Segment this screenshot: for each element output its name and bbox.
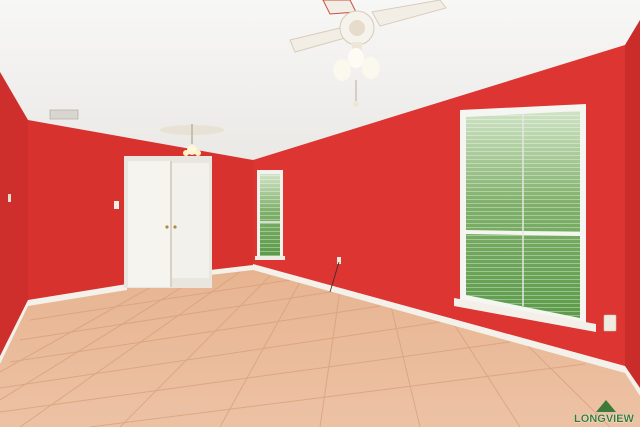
logo-wordmark: LONGVIEW <box>574 413 635 425</box>
door-knob-right[interactable] <box>173 225 177 229</box>
closet-door[interactable] <box>124 156 212 288</box>
right-wall-corner <box>625 20 640 427</box>
empty-room-photo: LONGVIEW <box>0 0 640 427</box>
door-knob-left[interactable] <box>165 225 169 229</box>
wall-outlet-right <box>603 314 617 332</box>
small-window <box>255 170 285 260</box>
ceiling-vent <box>49 109 79 120</box>
light-switch[interactable] <box>114 201 119 209</box>
wall-outlet-left <box>8 194 11 202</box>
large-window <box>454 104 596 332</box>
